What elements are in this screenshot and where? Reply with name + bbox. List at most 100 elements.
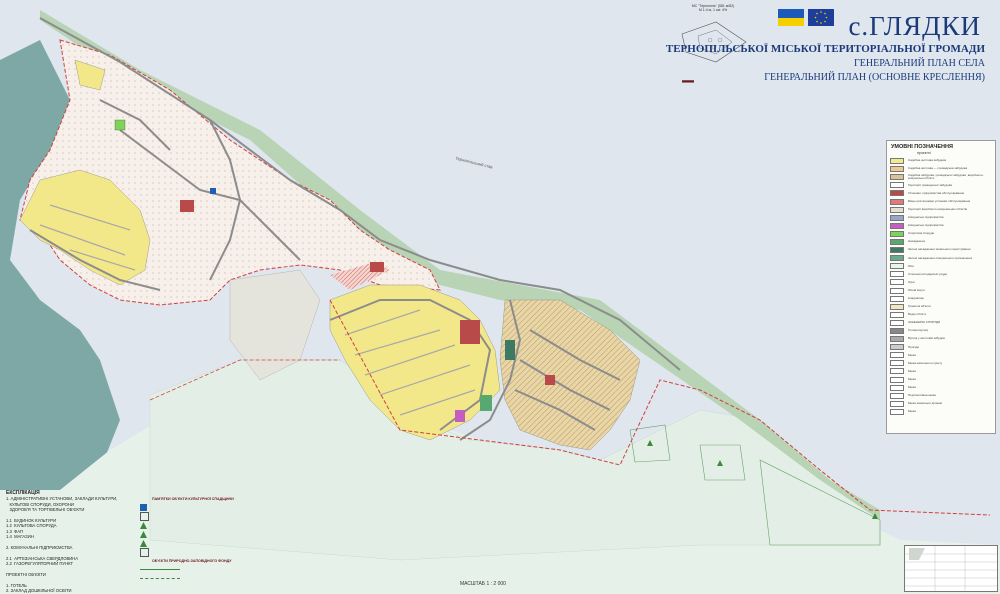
legend-swatch xyxy=(890,214,904,221)
boundary-line-icon xyxy=(140,569,180,570)
legend-item: Луки xyxy=(890,278,995,286)
legend-label: Території громадської забудови xyxy=(908,183,953,187)
public-building xyxy=(114,119,126,131)
ukraine-flag-icon xyxy=(778,9,804,26)
legend-swatch xyxy=(890,206,904,213)
legend-item: Зелені насадження загального користуванн… xyxy=(890,246,995,254)
legend-swatch xyxy=(890,182,904,189)
legend-label: Вище розташовані установи обслуговування xyxy=(908,199,971,203)
public-building xyxy=(455,410,465,422)
legend-item: Сільськогосподарські угіддя xyxy=(890,270,995,278)
legend-swatch xyxy=(890,247,904,254)
legend-item: Межа xyxy=(890,351,995,359)
legend-label: Луки xyxy=(908,280,915,284)
legend-label: Межа xyxy=(908,386,916,390)
legend-swatch xyxy=(890,360,904,367)
legend-swatch xyxy=(890,255,904,262)
legend-swatch xyxy=(890,303,904,310)
heritage-legend: ПАМ'ЯТКИ ОБ'ЄКТИ КУЛЬТУРНОЇ СПАДЩИНИ ОБ'… xyxy=(140,495,250,583)
legend-label: Проїзди xyxy=(908,345,920,349)
legend-item: Межа xyxy=(890,408,995,416)
legend-label: Вулиці у житловій забудові xyxy=(908,337,946,341)
heritage-symbol-icon xyxy=(140,548,149,557)
legend-label: Установи, підприємства обслуговування xyxy=(908,191,965,195)
heritage-row xyxy=(140,512,250,521)
public-building xyxy=(180,200,194,212)
legend-item: Межа земельної ділянки xyxy=(890,400,995,408)
community-title: ТЕРНОПІЛЬСЬКОЇ МІСЬКОЇ ТЕРИТОРІАЛЬНОЇ ГР… xyxy=(665,43,985,55)
public-building xyxy=(210,188,216,194)
heritage-symbol-icon xyxy=(140,512,149,521)
legend-label: Садибна забудова, громадської забудови, … xyxy=(908,173,984,181)
legend-item: Садибна забудова, громадської забудови, … xyxy=(890,173,995,181)
legend-label: Головні вулиці xyxy=(908,329,929,333)
legend-item: Насадження xyxy=(890,238,995,246)
legend-item: Комунальні підприємства xyxy=(890,214,995,222)
stamp-grid xyxy=(905,546,997,591)
legend-label: Комунальні підприємства xyxy=(908,216,944,220)
heritage-symbol-icon xyxy=(140,504,147,511)
heritage-row xyxy=(140,503,250,512)
legend-item: Лісові смуги xyxy=(890,287,995,295)
general-plan-page: Тернопільський став МС "Тернопіль" (581 … xyxy=(0,0,1000,594)
legend-item: Комунальні підприємства xyxy=(890,222,995,230)
heritage-row xyxy=(140,548,250,557)
legend-label: Межа xyxy=(908,369,916,373)
heritage-row xyxy=(140,539,250,548)
legend-label: Водні об'єкти xyxy=(908,313,927,317)
legend-subtitle: проектні xyxy=(917,151,931,155)
legend-swatch xyxy=(890,174,904,181)
legend-swatch xyxy=(890,328,904,335)
legend-panel: УМОВНІ ПОЗНАЧЕННЯ проектні Садибна житло… xyxy=(886,140,996,434)
legend-swatch xyxy=(890,344,904,351)
nature-reserve-heading: ОБ'ЄКТИ ПРИРОДНО-ЗАПОВІДНОГО ФОНДУ xyxy=(152,559,232,563)
legend-item: Вище розташовані установи обслуговування xyxy=(890,197,995,205)
tree-icon xyxy=(140,531,147,538)
legend-swatch xyxy=(890,198,904,205)
legend-swatch xyxy=(890,392,904,399)
public-building xyxy=(370,262,384,272)
legend-item: Межа xyxy=(890,376,995,384)
legend-label: ІНЖЕНЕРНІ СПОРУДИ xyxy=(908,321,941,325)
eu-flag-icon xyxy=(808,9,834,26)
public-building xyxy=(460,320,480,344)
legend-label: Межа xyxy=(908,353,916,357)
nature-reserve-row xyxy=(140,565,250,574)
legend-label: Лісові смуги xyxy=(908,288,925,292)
legend-label: Сільськогосподарські угіддя xyxy=(908,272,947,276)
legend-swatch xyxy=(890,263,904,270)
legend-label: Межа xyxy=(908,377,916,381)
legend-swatch xyxy=(890,158,904,165)
legend-label: Ліси xyxy=(908,264,914,268)
legend-item: Вулиці у житловій забудові xyxy=(890,335,995,343)
legend-label: Межа xyxy=(908,410,916,414)
tree-icon xyxy=(140,540,147,547)
legend-item: Садибна житлова забудова xyxy=(890,157,995,165)
heritage-row xyxy=(140,530,250,539)
legend-label: Межа населеного пункту xyxy=(908,361,943,365)
explication-title: ЕКСПЛІКАЦІЯ xyxy=(6,490,40,496)
legend-item: Зелені насадження спеціального призначен… xyxy=(890,254,995,262)
legend-swatch xyxy=(890,336,904,343)
legend-item: Межа населеного пункту xyxy=(890,359,995,367)
drawing-title: ГЕНЕРАЛЬНИЙ ПЛАН (ОСНОВНЕ КРЕСЛЕННЯ) xyxy=(764,72,985,83)
legend-label: Граничні об'єкти xyxy=(908,305,931,309)
legend-label: Кладовище xyxy=(908,296,924,300)
legend-swatch xyxy=(890,368,904,375)
legend-swatch xyxy=(890,279,904,286)
legend-item: Межа xyxy=(890,367,995,375)
legend-item: Території виробничо-комунальних об'єктів xyxy=(890,206,995,214)
legend-swatch xyxy=(890,190,904,197)
legend-item: Території громадської забудови xyxy=(890,181,995,189)
plan-title: ГЕНЕРАЛЬНИЙ ПЛАН СЕЛА xyxy=(853,58,985,69)
legend-swatch xyxy=(890,376,904,383)
legend-label: Зелені насадження спеціального призначен… xyxy=(908,256,973,260)
legend-title: УМОВНІ ПОЗНАЧЕННЯ xyxy=(891,144,953,150)
legend-item: Установи, підприємства обслуговування xyxy=(890,189,995,197)
legend-label: Спортивні споруди xyxy=(908,232,935,236)
heritage-heading: ПАМ'ЯТКИ ОБ'ЄКТИ КУЛЬТУРНОЇ СПАДЩИНИ xyxy=(152,497,234,501)
legend-item: Ліси xyxy=(890,262,995,270)
legend-item: Проїзди xyxy=(890,343,995,351)
legend-item: Спортивні споруди xyxy=(890,230,995,238)
legend-label: Зелені насадження загального користуванн… xyxy=(908,248,971,252)
